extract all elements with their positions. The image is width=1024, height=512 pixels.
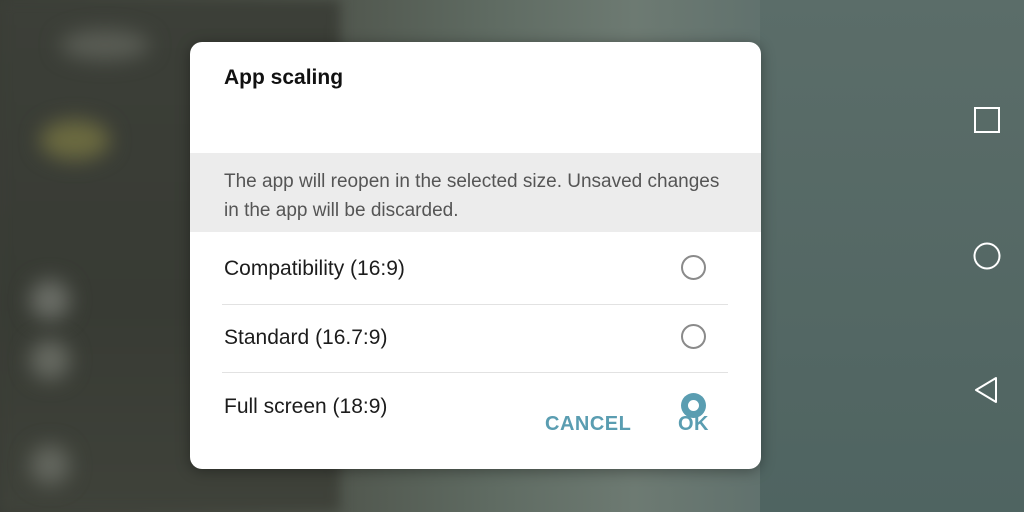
option-compatibility[interactable]: Compatibility (16:9) — [222, 238, 728, 304]
option-label: Compatibility (16:9) — [224, 257, 405, 280]
background-blur-shape — [40, 120, 110, 160]
option-standard[interactable]: Standard (16.7:9) — [222, 307, 728, 373]
app-scaling-dialog: App scaling The app will reopen in the s… — [190, 42, 761, 469]
background-blur-shape — [30, 340, 70, 380]
screen: App scaling The app will reopen in the s… — [0, 0, 1024, 512]
dialog-title: App scaling — [224, 66, 344, 89]
recents-square-icon[interactable] — [970, 103, 1004, 137]
radio-button-unchecked[interactable] — [681, 324, 706, 349]
option-full-screen[interactable]: Full screen (18:9) — [222, 376, 728, 442]
divider — [222, 304, 728, 305]
option-label: Standard (16.7:9) — [224, 326, 388, 349]
option-label: Full screen (18:9) — [224, 395, 388, 418]
cancel-button[interactable]: CANCEL — [539, 409, 637, 440]
radio-button-unchecked[interactable] — [681, 255, 706, 280]
back-triangle-icon[interactable] — [970, 373, 1004, 407]
ok-button[interactable]: OK — [672, 409, 715, 440]
divider — [222, 372, 728, 373]
dialog-message: The app will reopen in the selected size… — [224, 171, 720, 221]
background-blur-shape — [60, 30, 150, 60]
home-circle-icon[interactable] — [970, 239, 1004, 273]
background-blur-shape — [30, 445, 70, 485]
background-blur-shape — [30, 280, 70, 320]
